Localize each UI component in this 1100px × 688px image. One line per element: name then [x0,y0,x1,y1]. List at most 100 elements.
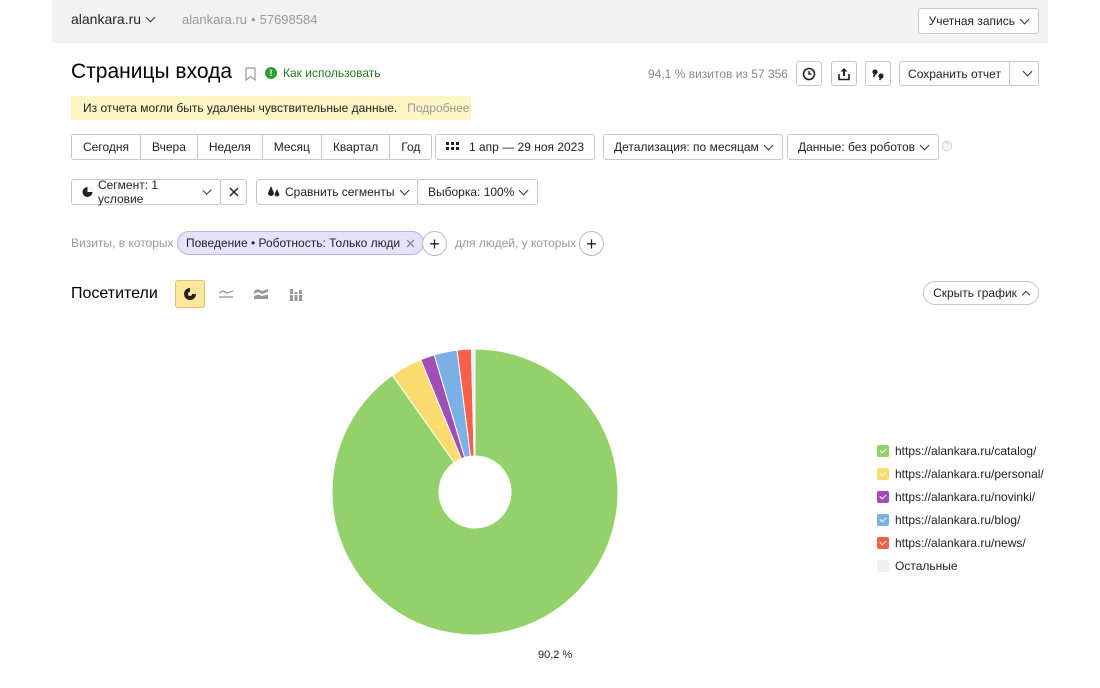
pie-chart-icon [184,288,196,300]
counter-site: alankara.ru [182,12,248,27]
legend-checkbox[interactable] [877,536,889,549]
how-to-use-label: Как использовать [283,66,381,80]
filter-chip[interactable]: Поведение • Роботность: Только люди [177,231,425,255]
add-visit-filter-button[interactable]: + [422,231,447,256]
help-icon[interactable]: ? [942,141,952,151]
segment-clear-button[interactable] [220,179,247,205]
detail-label: Детализация: по месяцам [614,140,759,154]
feedback-button[interactable] [865,61,891,86]
date-range-label: 1 апр — 29 ноя 2023 [469,140,585,154]
pie-segment-icon [82,186,93,198]
legend-label: https://alankara.ru/novinki/ [895,489,1036,504]
visits-info: 94,1 % визитов из 57 356 [648,67,788,81]
chart-metric-title: Посетители [71,285,158,302]
chevron-down-icon [919,140,930,150]
area-chart-icon [254,289,268,299]
upload-icon [838,67,850,80]
sample-label: Выборка: 100% [428,185,515,199]
legend-label: Остальные [895,558,958,573]
export-button[interactable] [831,61,857,86]
chart-legend: https://alankara.ru/catalog/https://alan… [877,439,1044,577]
legend-checkbox[interactable] [877,513,889,526]
sample-select[interactable]: Выборка: 100% [417,179,539,205]
period-selector: Сегодня Вчера Неделя Месяц Квартал Год [71,134,433,160]
visits-filter-label: Визиты, в которых [71,236,174,250]
notice-more-link[interactable]: Подробнее [407,101,469,115]
legend-checkbox[interactable] [877,490,889,503]
sensitive-data-notice: Из отчета могли быть удалены чувствитель… [71,96,471,120]
chevron-down-icon [399,185,409,195]
legend-item[interactable]: Остальные [877,554,1044,577]
legend-checkbox[interactable] [877,467,889,480]
period-week[interactable]: Неделя [197,135,263,159]
chart-type-pie[interactable] [175,280,205,308]
chevron-down-icon [145,12,156,22]
line-chart-icon [218,290,234,298]
people-filter-label: для людей, у которых [455,236,577,250]
legend-label: https://alankara.ru/catalog/ [895,443,1037,458]
data-filter-label: Данные: без роботов [798,140,916,154]
chevron-down-icon [1022,66,1032,77]
save-report-button[interactable]: Сохранить отчет [899,61,1039,86]
legend-label: https://alankara.ru/news/ [895,535,1026,550]
close-icon[interactable] [406,239,415,248]
history-button[interactable] [796,61,822,86]
legend-checkbox[interactable] [877,444,889,457]
segment-label: Сегмент: 1 условие [97,178,159,206]
detail-select[interactable]: Детализация: по месяцам [603,134,783,160]
chevron-down-icon [763,140,774,150]
hide-chart-button[interactable]: Скрыть график [923,281,1039,305]
legend-item[interactable]: https://alankara.ru/news/ [877,531,1044,554]
legend-item[interactable]: https://alankara.ru/catalog/ [877,439,1044,462]
filter-chip-label: Поведение • Роботность: Только люди [186,236,401,250]
legend-checkbox[interactable] [877,559,889,572]
chart-type-line[interactable] [211,280,241,308]
clock-icon [802,67,816,80]
counter-separator: • [251,12,256,27]
notice-text: Из отчета могли быть удалены чувствитель… [83,101,398,115]
segment-select[interactable]: Сегмент: 1 условие [71,178,221,206]
how-to-use-link[interactable]: ! Как использовать [265,66,381,80]
legend-item[interactable]: https://alankara.ru/novinki/ [877,485,1044,508]
account-label: Учетная запись [928,14,1015,28]
compare-segments-label: Сравнить сегменты [285,185,395,199]
legend-label: https://alankara.ru/personal/ [895,466,1044,481]
info-icon: ! [265,67,277,79]
period-today[interactable]: Сегодня [72,135,141,159]
compare-icon [268,186,280,197]
chevron-down-icon [201,185,212,195]
chart-type-bar[interactable] [281,280,311,308]
legend-item[interactable]: https://alankara.ru/blog/ [877,508,1044,531]
legend-item[interactable]: https://alankara.ru/personal/ [877,462,1044,485]
save-report-dropdown[interactable] [1010,62,1038,85]
hide-chart-label: Скрыть график [933,286,1017,300]
account-button[interactable]: Учетная запись [917,8,1039,34]
page-title: Страницы входа [71,60,232,83]
quote-icon [872,68,884,80]
add-people-filter-button[interactable]: + [579,231,604,256]
pie-chart [331,348,619,636]
site-selector-label: alankara.ru [71,11,142,27]
chart-type-area[interactable] [246,280,276,308]
chevron-down-icon [1019,14,1030,24]
calendar-icon [446,142,459,150]
bookmark-icon[interactable] [245,67,256,81]
period-month[interactable]: Месяц [262,135,322,159]
period-yesterday[interactable]: Вчера [141,135,198,159]
close-icon [228,187,239,197]
legend-label: https://alankara.ru/blog/ [895,512,1021,527]
period-quarter[interactable]: Квартал [321,135,391,159]
top-bar: alankara.ru alankara.ru • 57698584 Учетная… [52,0,1048,43]
data-filter-select[interactable]: Данные: без роботов [787,134,940,160]
counter-id: 57698584 [259,12,318,27]
chevron-up-icon [1021,290,1031,300]
save-report-label[interactable]: Сохранить отчет [900,62,1010,85]
chevron-down-icon [518,185,529,195]
counter-info: alankara.ru • 57698584 [182,12,317,27]
site-selector[interactable]: alankara.ru [71,11,156,27]
pie-data-label: 90,2 % [538,649,573,661]
bar-chart-icon [289,288,303,301]
date-range-picker[interactable]: 1 апр — 29 ноя 2023 [435,134,596,160]
compare-segments-button[interactable]: Сравнить сегменты [256,179,419,205]
period-year[interactable]: Год [390,135,432,159]
